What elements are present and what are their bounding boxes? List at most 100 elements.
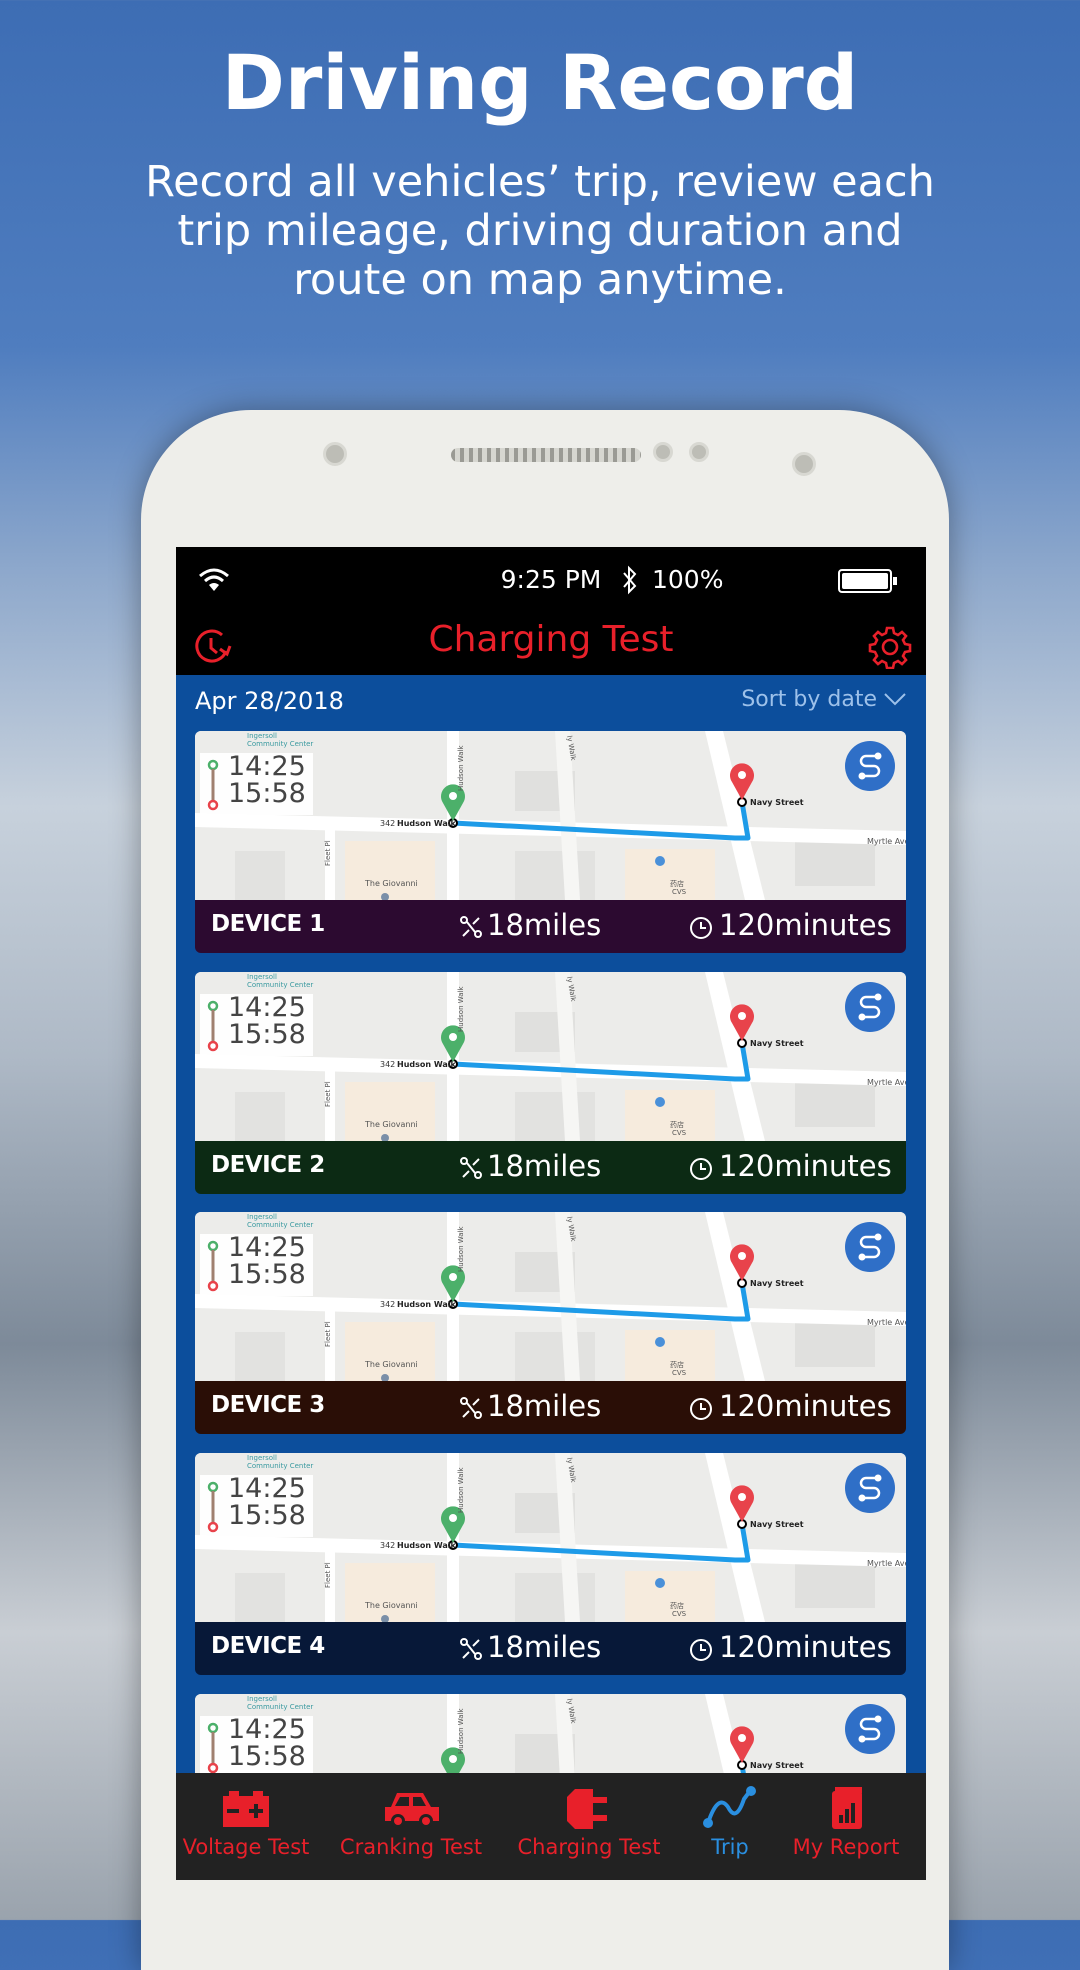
start-end-icon — [207, 1481, 219, 1533]
map-label: Hudson Walk — [397, 1541, 457, 1550]
clock-icon — [690, 1398, 712, 1420]
clock-icon — [690, 1158, 712, 1180]
map-label: 药店 — [670, 879, 684, 888]
map-label: CVS — [672, 888, 687, 896]
map-building — [625, 849, 715, 900]
map-label: 342 — [380, 1060, 395, 1069]
trip-card[interactable]: Ingersoll Community Center 342 Hudson Wa… — [195, 1212, 906, 1434]
nav-voltage-test[interactable]: Voltage Test — [176, 1773, 326, 1880]
nav-my-report[interactable]: My Report — [766, 1773, 926, 1880]
end-time: 15:58 — [228, 1741, 306, 1772]
nav-charging-test[interactable]: Charging Test — [509, 1773, 669, 1880]
front-sensor — [323, 442, 347, 466]
map-label: Navy Street — [750, 798, 804, 807]
trip-card[interactable]: Ingersoll Community Center 342 Hudson Wa… — [195, 972, 906, 1194]
trip-distance: 18miles — [487, 1389, 602, 1423]
map-label: Hudson Walk — [397, 1060, 457, 1069]
distance-icon — [460, 1397, 482, 1419]
front-camera — [792, 452, 816, 476]
gear-icon[interactable] — [868, 625, 912, 669]
trip-distance: 18miles — [487, 908, 602, 942]
route-share-button[interactable] — [845, 982, 895, 1032]
promo-subtitle-line: route on map anytime. — [293, 255, 787, 305]
route-share-button[interactable] — [845, 1463, 895, 1513]
map-building — [625, 1330, 715, 1381]
bluetooth-icon — [623, 565, 637, 595]
trip-time: 14:25 15:58 — [200, 1473, 313, 1537]
map-label: The Giovanni — [364, 879, 418, 888]
map-label: Navy Street — [750, 1520, 804, 1529]
map-label: The Giovanni — [364, 1360, 418, 1369]
map-label: Hudson Walk — [457, 1708, 465, 1754]
route-map[interactable]: Ingersoll Community Center 342 Hudson Wa… — [195, 1212, 906, 1382]
trip-card[interactable]: Ingersoll Community Center 342 Hudson Wa… — [195, 731, 906, 953]
map-label: Ingersoll — [247, 1454, 277, 1462]
trip-duration: 120minutes — [719, 1149, 892, 1183]
route-icon — [703, 1786, 756, 1828]
battery-percent: 100% — [652, 565, 724, 594]
promo-subtitle-line: Record all vehicles’ trip, review each — [145, 157, 935, 207]
app-screen: 9:25 PM 100% Charging Test Apr 28/2018 S… — [176, 547, 926, 1880]
trip-summary-bar: DEVICE 2 18miles 120minutes — [195, 1141, 906, 1194]
route-icon — [858, 1715, 882, 1743]
trip-card[interactable]: Ingersoll Community Center 342 Hudson Wa… — [195, 1453, 906, 1675]
map-label: Ingersoll — [247, 1695, 277, 1703]
battery-icon — [223, 1791, 269, 1827]
trip-time: 14:25 15:58 — [200, 751, 313, 815]
trip-duration: 120minutes — [719, 1630, 892, 1664]
start-end-icon — [207, 1000, 219, 1052]
trip-duration: 120minutes — [719, 1389, 892, 1423]
app-title: Charging Test — [428, 619, 674, 660]
route-share-button[interactable] — [845, 1222, 895, 1272]
map-label: Fleet Pl — [324, 1562, 332, 1588]
app-bar: Charging Test — [176, 615, 926, 675]
map-label: Myrtle Ave — [867, 1078, 906, 1087]
map-building — [625, 1090, 715, 1141]
map-label: Hudson Walk — [457, 1467, 465, 1513]
map-building — [345, 841, 435, 900]
clock-icon — [690, 1639, 712, 1661]
map-label: The Giovanni — [364, 1601, 418, 1610]
start-end-icon — [207, 1240, 219, 1292]
device-name: DEVICE 1 — [211, 911, 325, 937]
battery-icon — [838, 569, 897, 593]
map-label: Fleet Pl — [324, 840, 332, 866]
route-icon — [858, 1233, 882, 1261]
route-share-button[interactable] — [845, 741, 895, 791]
list-date: Apr 28/2018 — [195, 687, 344, 715]
map-label: Community Center — [247, 740, 313, 748]
nav-cranking-test[interactable]: Cranking Test — [331, 1773, 491, 1880]
map-label: Myrtle Ave — [867, 1318, 906, 1327]
light-sensor — [689, 442, 709, 462]
map-label: 342 — [380, 1300, 395, 1309]
earpiece-speaker — [451, 448, 641, 462]
plug-icon — [567, 1789, 607, 1829]
route-icon — [858, 1474, 882, 1502]
map-label: Ingersoll — [247, 973, 277, 981]
map-label: Hudson Walk — [457, 745, 465, 791]
sort-dropdown[interactable]: Sort by date — [741, 687, 906, 712]
map-building — [345, 1322, 435, 1381]
device-name: DEVICE 3 — [211, 1392, 325, 1418]
route-share-button[interactable] — [845, 1704, 895, 1754]
map-label: CVS — [672, 1610, 687, 1618]
trip-summary-bar: DEVICE 3 18miles 120minutes — [195, 1381, 906, 1434]
map-label: 药店 — [670, 1120, 684, 1129]
device-name: DEVICE 2 — [211, 1152, 325, 1178]
map-label: Hudson Walk — [457, 1226, 465, 1272]
end-time: 15:58 — [228, 1019, 306, 1050]
map-building — [625, 1571, 715, 1622]
nav-label: Cranking Test — [339, 1835, 483, 1859]
map-label: Hudson Walk — [397, 1300, 457, 1309]
nav-label: Voltage Test — [182, 1835, 310, 1859]
map-label: Myrtle Ave — [867, 1559, 906, 1568]
trip-summary-bar: DEVICE 1 18miles 120minutes — [195, 900, 906, 953]
route-map[interactable]: Ingersoll Community Center 342 Hudson Wa… — [195, 731, 906, 901]
route-map[interactable]: Ingersoll Community Center 342 Hudson Wa… — [195, 972, 906, 1142]
end-time: 15:58 — [228, 1500, 306, 1531]
map-label: CVS — [672, 1369, 687, 1377]
map-label: Community Center — [247, 981, 313, 989]
map-label: 342 — [380, 1541, 395, 1550]
map-label: Community Center — [247, 1703, 313, 1711]
route-map[interactable]: Ingersoll Community Center 342 Hudson Wa… — [195, 1453, 906, 1623]
